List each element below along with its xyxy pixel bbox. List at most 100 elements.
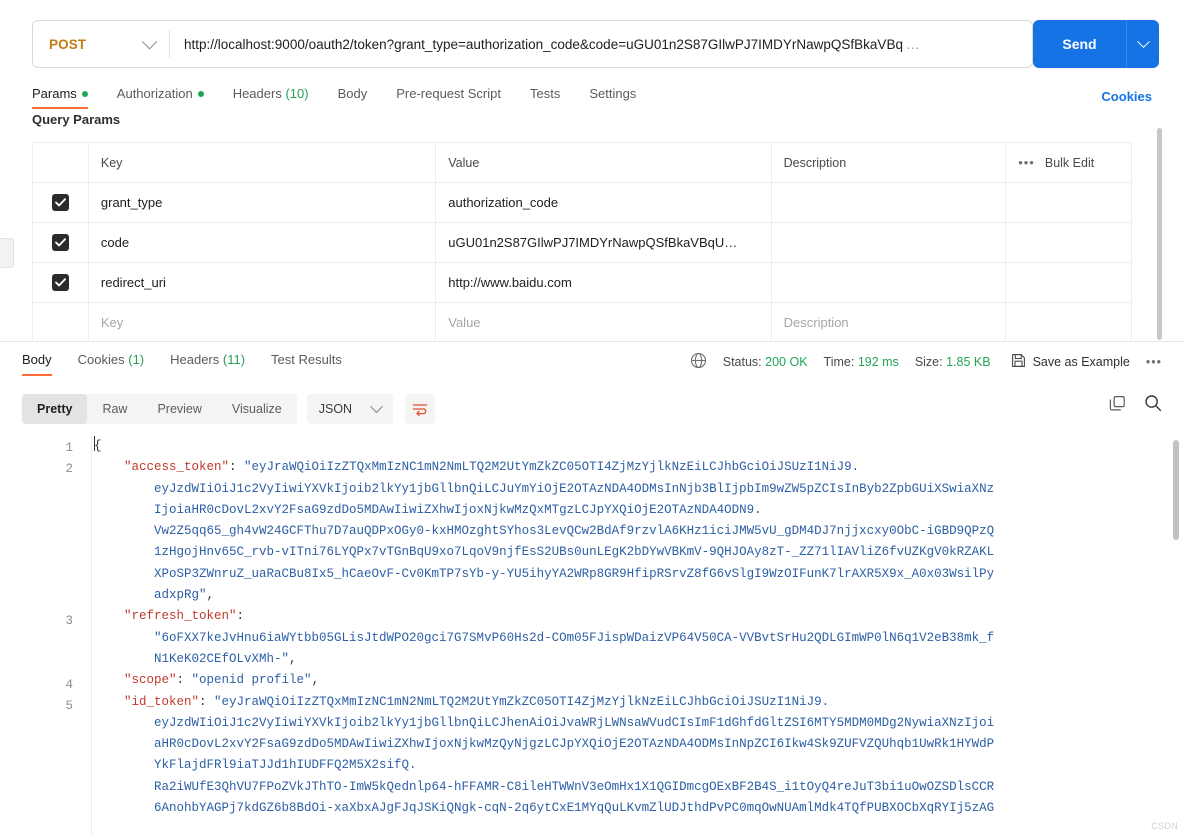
json-line: "refresh_token": <box>94 609 245 624</box>
tab-headers[interactable]: Headers (10) <box>233 86 309 109</box>
response-more-options-icon[interactable]: ••• <box>1146 355 1162 369</box>
response-tab-body[interactable]: Body <box>22 352 52 376</box>
left-gutter <box>0 0 24 340</box>
url-input[interactable]: http://localhost:9000/oauth2/token?grant… <box>170 21 1032 67</box>
response-action-icons <box>1109 394 1162 412</box>
param-description[interactable] <box>772 263 1007 302</box>
row-checkbox-cell[interactable] <box>33 183 89 222</box>
code-scrollbar-thumb[interactable] <box>1173 440 1179 540</box>
row-actions[interactable] <box>1006 303 1131 342</box>
tab-authorization-label: Authorization <box>116 86 193 101</box>
response-tab-test-results[interactable]: Test Results <box>271 352 342 376</box>
view-mode-preview[interactable]: Preview <box>142 394 216 424</box>
query-params-table: Key Value Description ••• Bulk Edit gran… <box>32 142 1132 343</box>
send-options-button[interactable] <box>1126 20 1159 68</box>
sidebar-collapse-handle[interactable] <box>0 238 14 268</box>
modified-dot-icon <box>81 91 88 97</box>
cookies-link[interactable]: Cookies <box>1101 89 1152 104</box>
chevron-down-icon <box>141 33 158 49</box>
tab-authorization[interactable]: Authorization <box>117 86 204 109</box>
response-tab-headers[interactable]: Headers (11) <box>170 352 245 376</box>
json-body-text[interactable]: { "access_token": "eyJraWQiOiIzZTQxMmIzN… <box>92 436 1184 835</box>
view-mode-visualize[interactable]: Visualize <box>217 394 297 424</box>
checkbox-checked-icon[interactable] <box>51 274 69 291</box>
checkbox-checked-icon[interactable] <box>51 194 69 211</box>
json-line: eyJzdWIiOiJ1c2VyIiwiYXVkIjoib2lkYy1jbGll… <box>94 715 995 730</box>
watermark: CSDN <box>1151 821 1178 831</box>
param-value[interactable]: authorization_code <box>436 183 772 222</box>
row-checkbox-cell[interactable] <box>33 263 89 302</box>
param-key[interactable]: code <box>89 223 437 262</box>
line-number: 2 <box>65 462 73 476</box>
more-options-icon[interactable]: ••• <box>1018 155 1035 170</box>
text-cursor <box>94 436 95 451</box>
param-value[interactable]: uGU01n2S87GIlwPJ7IMDYrNawpQSfBkaVBqU… <box>436 223 772 262</box>
row-actions[interactable] <box>1006 263 1131 302</box>
param-key[interactable]: redirect_uri <box>89 263 437 302</box>
globe-icon[interactable] <box>690 352 707 372</box>
http-method-select[interactable]: POST <box>33 21 169 67</box>
line-number: 4 <box>65 678 73 692</box>
copy-icon[interactable] <box>1109 395 1126 412</box>
time-value: 192 ms <box>857 355 899 369</box>
tab-params[interactable]: Params <box>32 86 88 109</box>
table-row[interactable]: grant_type authorization_code <box>33 183 1131 223</box>
param-key[interactable]: grant_type <box>89 183 437 222</box>
response-format-label: JSON <box>318 402 353 416</box>
table-row[interactable]: code uGU01n2S87GIlwPJ7IMDYrNawpQSfBkaVBq… <box>33 223 1131 263</box>
status-label: Status: <box>722 355 762 369</box>
tab-headers-count: (10) <box>285 86 309 101</box>
response-format-select[interactable]: JSON <box>306 394 394 424</box>
json-line: aHR0cDovL2xvY2FsaG9zdDo5MDAwIiwiZXhwIjox… <box>94 737 995 752</box>
column-header-description: Description <box>772 143 1007 182</box>
save-as-example-button[interactable]: Save as Example <box>1011 353 1130 371</box>
body-view-toolbar: Pretty Raw Preview Visualize JSON <box>22 394 436 424</box>
json-line: 6AnohbYAGPj7kdGZ6b8BdOi-xaXbxAJgFJqJSKiQ… <box>94 801 995 816</box>
view-mode-pretty[interactable]: Pretty <box>22 394 88 424</box>
column-header-key: Key <box>89 143 437 182</box>
table-row-empty[interactable]: Key Value Description <box>33 303 1131 343</box>
new-param-key-input[interactable]: Key <box>89 303 437 342</box>
json-line: Ra2iWUfE3QhVU7FPoZVkJThTO-ImW5kQednlp64-… <box>94 779 995 794</box>
row-checkbox-cell[interactable] <box>33 223 89 262</box>
response-tab-cookies[interactable]: Cookies (1) <box>78 352 144 376</box>
save-icon <box>1011 353 1026 371</box>
new-param-value-input[interactable]: Value <box>436 303 772 342</box>
tab-params-label: Params <box>32 86 77 101</box>
bulk-edit-button[interactable]: ••• Bulk Edit <box>1006 143 1131 182</box>
json-line: "access_token": "eyJraWQiOiIzZTQxMmIzNC1… <box>94 460 860 475</box>
tab-body[interactable]: Body <box>338 86 368 109</box>
tab-tests[interactable]: Tests <box>530 86 560 109</box>
size-value: 1.85 KB <box>946 355 991 369</box>
wrap-lines-button[interactable] <box>405 394 436 424</box>
size-badge: Size: 1.85 KB <box>915 355 991 369</box>
new-param-description-input[interactable]: Description <box>772 303 1007 342</box>
row-checkbox-cell[interactable] <box>33 303 89 342</box>
row-actions[interactable] <box>1006 223 1131 262</box>
param-description[interactable] <box>772 183 1007 222</box>
row-actions[interactable] <box>1006 183 1131 222</box>
json-line: eyJzdWIiOiJ1c2VyIiwiYXVkIjoib2lkYy1jbGll… <box>94 481 995 496</box>
table-row[interactable]: redirect_uri http://www.baidu.com <box>33 263 1131 303</box>
view-mode-raw[interactable]: Raw <box>87 394 142 424</box>
response-tab-headers-label: Headers <box>170 352 220 367</box>
param-description[interactable] <box>772 223 1007 262</box>
tab-pre-request-script[interactable]: Pre-request Script <box>396 86 501 109</box>
url-text: http://localhost:9000/oauth2/token?grant… <box>184 36 903 52</box>
params-scrollbar[interactable] <box>1157 128 1162 340</box>
send-button[interactable]: Send <box>1033 20 1126 68</box>
url-ellipsis: … <box>905 36 920 52</box>
line-number-gutter: 1 2 3 4 5 <box>0 436 92 835</box>
checkbox-checked-icon[interactable] <box>51 234 69 251</box>
json-line: YkFlajdFRl9iaTJJd1hIUDFFQ2M5X2sifQ. <box>94 758 417 773</box>
tab-settings[interactable]: Settings <box>589 86 636 109</box>
response-body-code[interactable]: 1 2 3 4 5 { "access_token": "eyJraWQiOiI… <box>0 436 1184 835</box>
chevron-down-icon <box>370 399 383 413</box>
save-as-example-label: Save as Example <box>1032 355 1130 369</box>
view-mode-group: Pretty Raw Preview Visualize <box>22 394 297 424</box>
search-icon[interactable] <box>1144 394 1162 412</box>
param-value[interactable]: http://www.baidu.com <box>436 263 772 302</box>
response-pane: Body Cookies (1) Headers (11) Test Resul… <box>0 341 1184 835</box>
select-all-cell[interactable] <box>33 143 89 182</box>
json-line: XPoSP3ZWnruZ_uaRaCBu8Ix5_hCaeOvF-Cv0KmTP… <box>94 566 995 581</box>
